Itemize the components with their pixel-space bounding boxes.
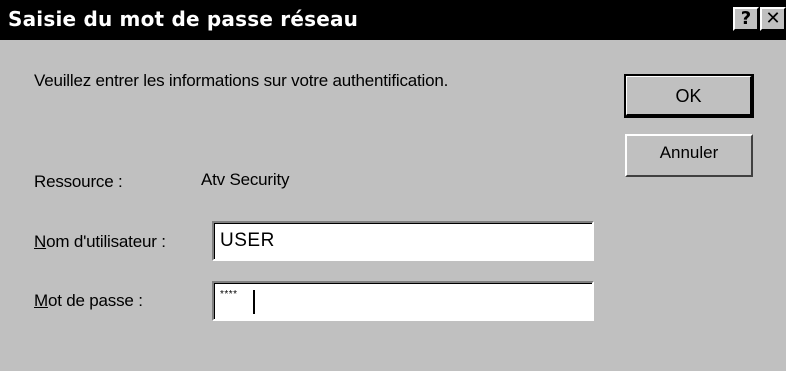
cancel-button-label: Annuler	[659, 143, 719, 162]
username-label-text: om d'utilisateur :	[46, 232, 166, 251]
cancel-button[interactable]: Annuler	[625, 134, 753, 177]
window-title: Saisie du mot de passe réseau	[8, 7, 359, 31]
password-field[interactable]: ****	[212, 281, 594, 321]
resource-value: Atv Security	[201, 170, 290, 189]
password-label: Mot de passe :	[34, 291, 143, 311]
close-icon: ✕	[765, 8, 781, 29]
resource-label: Ressource :	[34, 172, 123, 191]
password-masked-value: ****	[220, 289, 238, 300]
username-field[interactable]: USER	[212, 221, 594, 261]
ok-button[interactable]: OK	[624, 74, 754, 118]
title-bar[interactable]: Saisie du mot de passe réseau ? ✕	[0, 0, 786, 40]
username-mnemonic: N	[34, 232, 47, 251]
password-mnemonic: M	[34, 291, 48, 310]
help-button[interactable]: ?	[733, 7, 759, 31]
username-value: USER	[220, 230, 275, 251]
password-label-text: ot de passe :	[47, 291, 143, 310]
ok-button-label: OK	[675, 86, 702, 106]
instruction-text: Veuillez entrer les informations sur vot…	[34, 71, 449, 90]
username-label: Nom d'utilisateur :	[34, 232, 166, 252]
close-button[interactable]: ✕	[760, 7, 786, 31]
network-password-dialog: Saisie du mot de passe réseau ? ✕ Veuill…	[0, 0, 786, 371]
text-caret	[253, 290, 255, 314]
